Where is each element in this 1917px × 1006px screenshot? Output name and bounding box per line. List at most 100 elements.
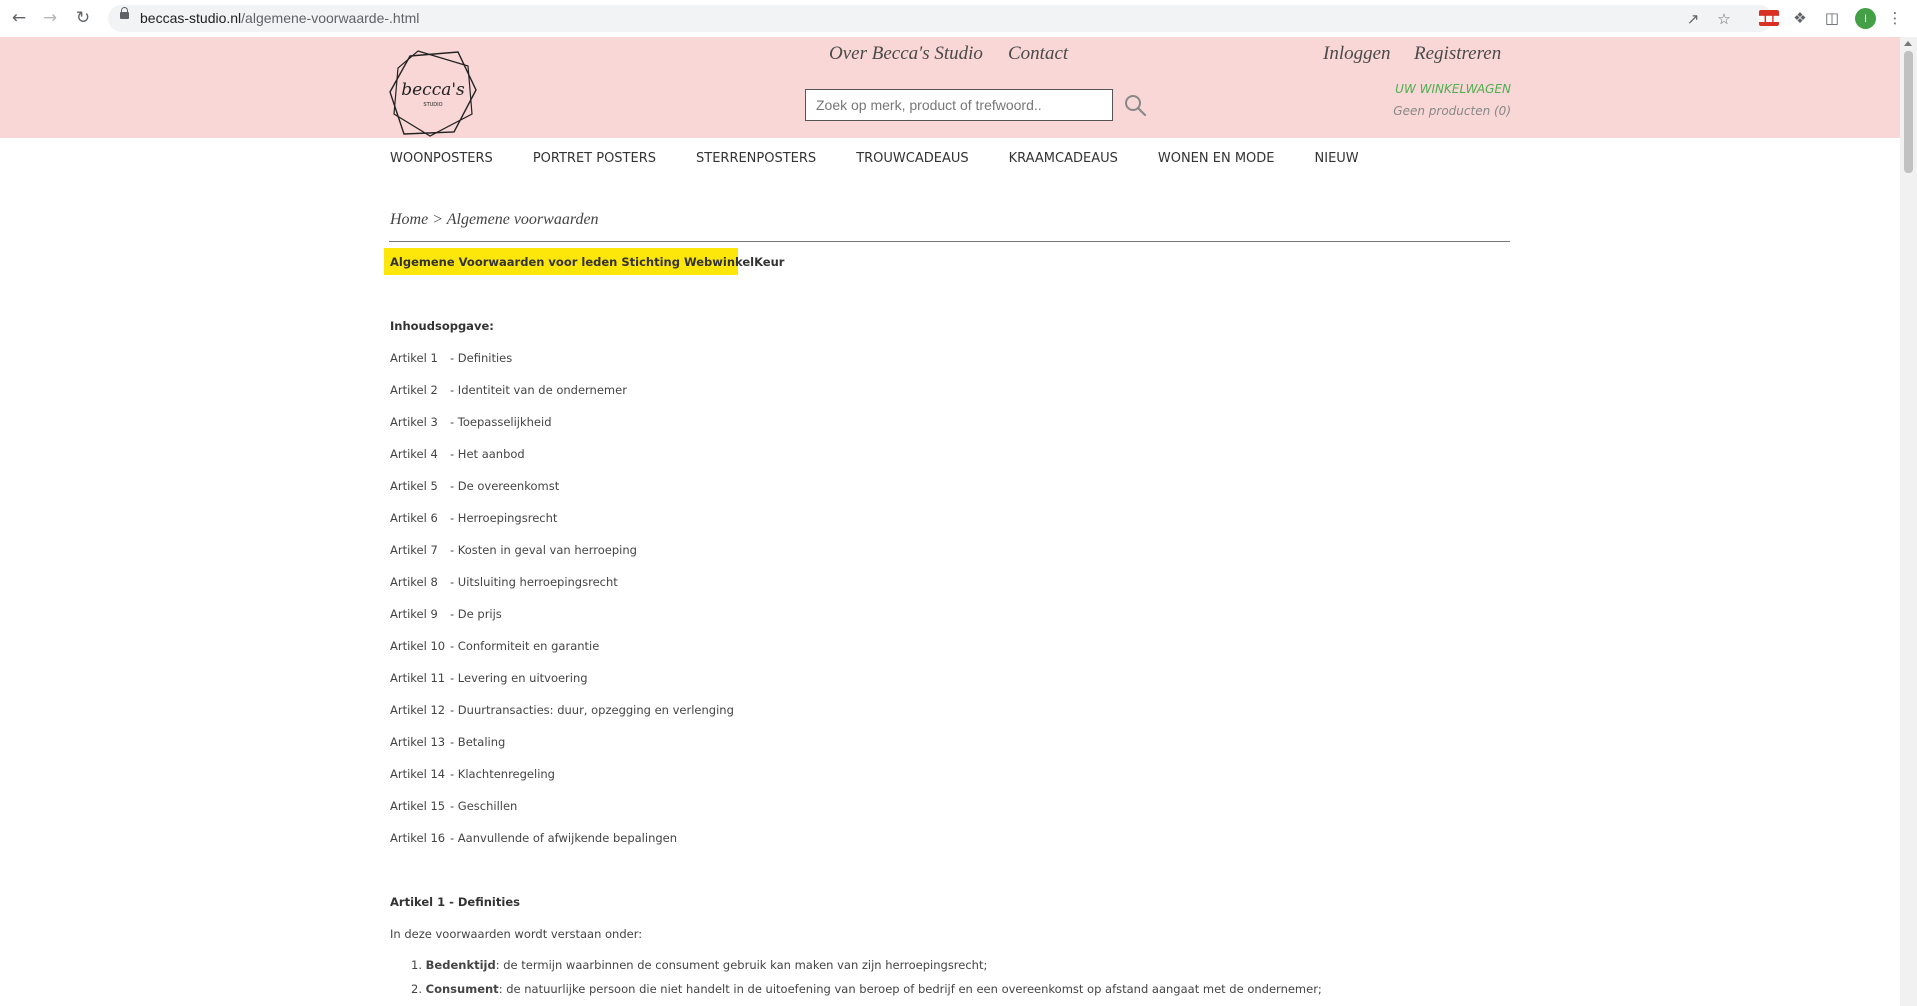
toc-item-number: Artikel 2 [390, 383, 438, 397]
toc-item: Artikel 7 - Kosten in geval van herroepin… [390, 543, 734, 575]
scroll-up-icon[interactable] [1904, 41, 1912, 46]
definitions-list: 1. Bedenktijd: de termijn waarbinnen de … [390, 958, 1322, 1006]
toc-item-number: Artikel 3 [390, 415, 438, 429]
toc-item-title: - Identiteit van de ondernemer [450, 383, 627, 397]
back-icon[interactable]: ← [7, 6, 31, 30]
browser-toolbar: ← → ↻ beccas-studio.nl/algemene-voorwaar… [0, 0, 1917, 38]
nav-item-wonen-en-mode[interactable]: WONEN EN MODE [1158, 151, 1275, 171]
login-link[interactable]: Inloggen [1323, 43, 1391, 65]
toc-item-number: Artikel 16 [390, 831, 446, 845]
toc-item-title: - Definities [450, 351, 513, 365]
toc-item: Artikel 9 - De prijs [390, 607, 734, 639]
about-link[interactable]: Over Becca's Studio [829, 43, 983, 65]
nav-item-trouwcadeaus[interactable]: TROUWCADEAUS [856, 151, 968, 171]
main-nav: WOONPOSTERS PORTRET POSTERS STERRENPOSTE… [390, 151, 1399, 171]
nav-item-woonposters[interactable]: WOONPOSTERS [390, 151, 493, 171]
profile-avatar[interactable]: I [1855, 8, 1876, 29]
share-icon[interactable]: ↗ [1684, 10, 1702, 28]
extension-icon[interactable]: ■■■ [1758, 10, 1780, 26]
scroll-thumb[interactable] [1904, 51, 1913, 173]
nav-item-sterrenposters[interactable]: STERRENPOSTERS [696, 151, 816, 171]
toc-item-number: Artikel 4 [390, 447, 438, 461]
toc-item: Artikel 6 - Herroepingsrecht [390, 511, 734, 543]
toc-item: Artikel 3 - Toepasselijkheid [390, 415, 734, 447]
page-title: Algemene Voorwaarden voor leden Stichtin… [390, 255, 785, 269]
toc-item-title: - Duurtransacties: duur, opzegging en ve… [450, 703, 734, 717]
definition-item: 2. Consument: de natuurlijke persoon die… [390, 982, 1322, 1006]
toc-list: Artikel 1 - Definities Artikel 2 - Identite… [390, 351, 734, 863]
logo-subtext: STUDIO [423, 102, 442, 108]
definition-index: 1. [411, 958, 422, 972]
toc-item: Artikel 16 - Aanvullende of afwijkende be… [390, 831, 734, 863]
toc-item-number: Artikel 1 [390, 351, 438, 365]
toc-item: Artikel 4 - Het aanbod [390, 447, 734, 479]
url-text: beccas-studio.nl/algemene-voorwaarde-.ht… [140, 10, 420, 26]
toc-item-number: Artikel 11 [390, 671, 446, 685]
toc-item-number: Artikel 9 [390, 607, 438, 621]
definition-text: : de natuurlijke persoon die niet handel… [498, 982, 1322, 996]
toc-item-title: - Het aanbod [450, 447, 525, 461]
logo-text: becca's [401, 80, 465, 100]
search-icon[interactable] [1123, 93, 1147, 117]
toc-item-title: - Levering en uitvoering [450, 671, 588, 685]
toc-item-title: - De overeenkomst [450, 479, 560, 493]
nav-item-nieuw[interactable]: NIEUW [1315, 151, 1359, 171]
toc-item: Artikel 13 - Betaling [390, 735, 734, 767]
menu-icon[interactable]: ⋮ [1886, 9, 1904, 27]
nav-item-portret-posters[interactable]: PORTRET POSTERS [533, 151, 656, 171]
breadcrumb-current: Algemene voorwaarden [446, 211, 599, 228]
address-bar[interactable]: beccas-studio.nl/algemene-voorwaarde-.ht… [108, 5, 1773, 32]
article-1-intro: In deze voorwaarden wordt verstaan onder… [390, 927, 643, 941]
toc-item: Artikel 10 - Conformiteit en garantie [390, 639, 734, 671]
scrollbar[interactable] [1900, 37, 1917, 1006]
definition-index: 2. [411, 982, 422, 996]
divider [389, 241, 1510, 242]
lock-icon [120, 7, 129, 19]
toc-item-title: - De prijs [450, 607, 502, 621]
toc-item-title: - Conformiteit en garantie [450, 639, 600, 653]
forward-icon[interactable]: → [38, 6, 62, 30]
toc-item-number: Artikel 15 [390, 799, 446, 813]
logo[interactable]: becca's STUDIO [388, 48, 478, 138]
toc-item-title: - Uitsluiting herroepingsrecht [450, 575, 618, 589]
toc-item-title: - Kosten in geval van herroeping [450, 543, 637, 557]
toc-item: Artikel 8 - Uitsluiting herroepingsrecht [390, 575, 734, 607]
article-1-title: Artikel 1 - Definities [390, 895, 520, 909]
cart-title[interactable]: UW WINKELWAGEN [1395, 82, 1511, 96]
breadcrumb-separator: > [432, 211, 444, 228]
toc-item-title: - Betaling [450, 735, 506, 749]
register-link[interactable]: Registreren [1414, 43, 1501, 65]
definition-text: : de termijn waarbinnen de consument geb… [495, 958, 988, 972]
toc-item: Artikel 5 - De overeenkomst [390, 479, 734, 511]
toc-item-number: Artikel 6 [390, 511, 438, 525]
toc-item-number: Artikel 12 [390, 703, 446, 717]
toc-item-number: Artikel 7 [390, 543, 438, 557]
definition-term: Consument [425, 982, 499, 996]
cart-status[interactable]: Geen producten (0) [1393, 104, 1511, 118]
toc-item: Artikel 14 - Klachtenregeling [390, 767, 734, 799]
toc-item-number: Artikel 8 [390, 575, 438, 589]
toc-item: Artikel 12 - Duurtransacties: duur, opzeg… [390, 703, 734, 735]
breadcrumb-home[interactable]: Home [390, 211, 428, 228]
side-panel-icon[interactable]: ◫ [1823, 9, 1841, 27]
toc-item: Artikel 11 - Levering en uitvoering [390, 671, 734, 703]
toc-item-title: - Geschillen [450, 799, 518, 813]
toc-item-title: - Toepasselijkheid [450, 415, 552, 429]
toc-item-title: - Herroepingsrecht [450, 511, 558, 525]
puzzle-icon[interactable]: ❖ [1791, 9, 1809, 27]
contact-link[interactable]: Contact [1008, 43, 1068, 65]
toc-item: Artikel 1 - Definities [390, 351, 734, 383]
toc-item-title: - Klachtenregeling [450, 767, 555, 781]
star-icon[interactable]: ☆ [1715, 10, 1733, 28]
toc-item-number: Artikel 13 [390, 735, 446, 749]
search-input[interactable]: Zoek op merk, product of trefwoord.. [805, 89, 1113, 121]
toc-item: Artikel 15 - Geschillen [390, 799, 734, 831]
toc-item-number: Artikel 10 [390, 639, 446, 653]
toc-item: Artikel 2 - Identiteit van de ondernemer [390, 383, 734, 415]
reload-icon[interactable]: ↻ [71, 6, 95, 30]
nav-item-kraamcadeaus[interactable]: KRAAMCADEAUS [1009, 151, 1118, 171]
toc-item-title: - Aanvullende of afwijkende bepalingen [450, 831, 678, 845]
toc-item-number: Artikel 5 [390, 479, 438, 493]
definition-term: Bedenktijd [425, 958, 496, 972]
toc-item-number: Artikel 14 [390, 767, 446, 781]
